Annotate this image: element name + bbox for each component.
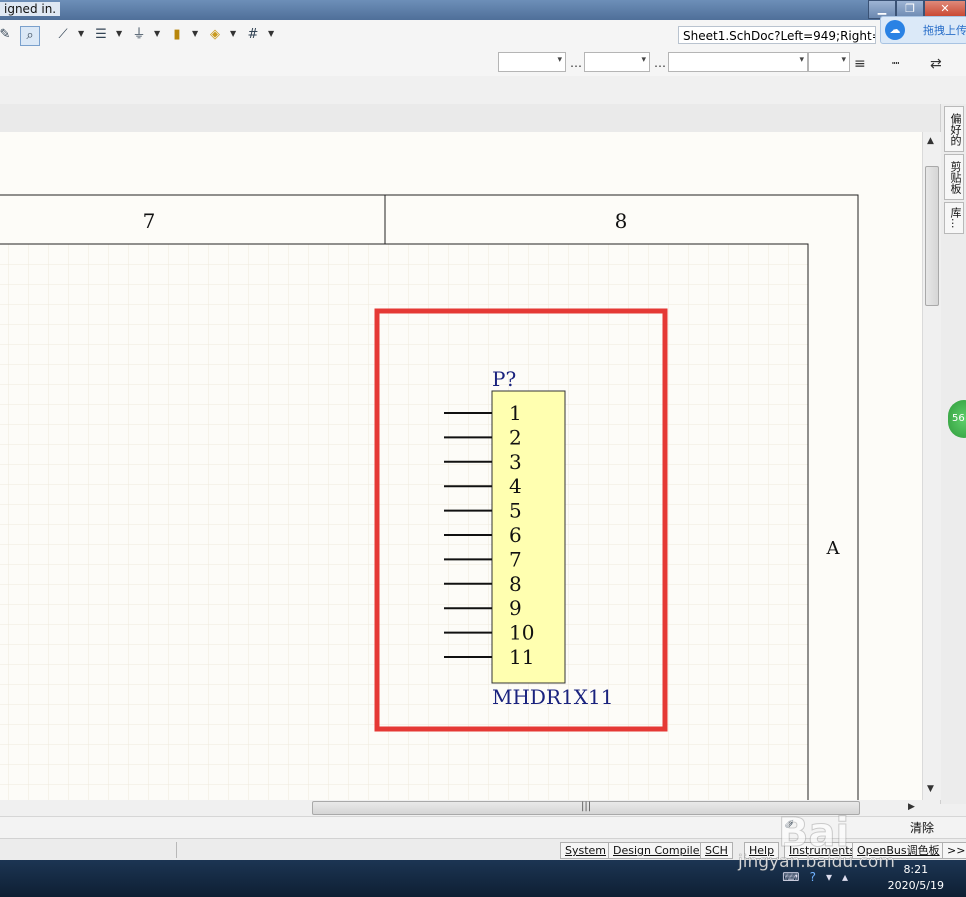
vertical-scrollbar[interactable]: ▲ ▼ <box>922 132 941 800</box>
status-bar: System Design Compiler SCH Help Instrume… <box>0 838 966 861</box>
port-dropdown-chevron-down-icon[interactable]: ▼ <box>230 29 236 38</box>
cloud-upload-widget[interactable]: ☁ 拖拽上传 <box>880 16 966 44</box>
zone-label-8: 8 <box>615 209 628 233</box>
cloud-icon: ☁ <box>885 20 905 40</box>
font-combo[interactable] <box>498 52 566 72</box>
windows-taskbar: ⌨ ? ▾ ▴ 8:21 2020/5/19 <box>0 860 966 897</box>
clock-date: 2020/5/19 <box>887 879 944 892</box>
title-bar: igned in. ▁ ❐ ✕ <box>0 0 966 20</box>
pin-number-9: 9 <box>509 596 522 620</box>
window-title: igned in. <box>0 2 61 16</box>
toolbar-formatting: … … ≡ ┉ ⇄ <box>0 50 966 76</box>
status-divider <box>176 842 177 858</box>
ground-icon[interactable]: ⏚ <box>130 26 148 44</box>
pin-number-5: 5 <box>509 499 522 523</box>
schematic-canvas[interactable]: 7 8 A 1 2 3 4 5 6 7 8 9 10 11 P? MHDR1X11 <box>0 132 922 800</box>
panel-design-compiler-button[interactable]: Design Compiler <box>608 842 709 859</box>
more-options-icon[interactable]: … <box>570 56 582 70</box>
panel-openbus-button[interactable]: OpenBus调色板 <box>852 842 945 859</box>
grip-icon: ||| <box>581 801 592 812</box>
panel-more-button[interactable]: >> <box>942 842 966 859</box>
panel-instruments-button[interactable]: Instruments <box>784 842 861 859</box>
toolbar-wiring: ✎ ⌕ ⟋ ▼ ☰ ▼ ⏚ ▼ ▮ ▼ ◈ ▼ # ▼ Sheet1.SchDo… <box>0 20 966 51</box>
wire-icon[interactable]: ⟋ <box>54 26 72 44</box>
clock-time: 8:21 <box>903 863 929 876</box>
panel-system-button[interactable]: System <box>560 842 612 859</box>
grid-dropdown-chevron-down-icon[interactable]: ▼ <box>268 29 274 38</box>
pin-number-6: 6 <box>509 523 522 547</box>
pin-number-2: 2 <box>509 425 522 449</box>
component-comment[interactable]: MHDR1X11 <box>492 685 613 709</box>
component-designator[interactable]: P? <box>492 367 516 391</box>
show-hidden-icons-icon[interactable]: ▴ <box>842 870 848 884</box>
pin-number-11: 11 <box>509 645 534 669</box>
align-icon[interactable]: ≡ <box>854 56 866 72</box>
pin-number-3: 3 <box>509 450 522 474</box>
swap-icon[interactable]: ⇄ <box>930 56 942 72</box>
floating-badge[interactable]: 56 <box>948 400 966 438</box>
help-icon[interactable]: ? <box>810 870 816 884</box>
scroll-down-icon[interactable]: ▼ <box>927 784 934 794</box>
horizontal-scrollbar[interactable]: ||| ▶ <box>0 800 922 816</box>
status-filter-bar: ✐ 清除 <box>0 816 966 839</box>
more-options-icon[interactable]: … <box>654 56 666 70</box>
toolbar-empty-row <box>0 76 940 105</box>
distribute-icon[interactable]: ┉ <box>892 56 899 70</box>
scroll-right-icon[interactable]: ▶ <box>908 802 915 812</box>
keyboard-icon[interactable]: ⌨ <box>782 870 799 884</box>
system-tray: ⌨ ? ▾ ▴ <box>782 870 848 884</box>
panel-tab-library[interactable]: 库... <box>944 202 964 234</box>
size-combo[interactable] <box>584 52 650 72</box>
grid-icon[interactable]: # <box>244 26 262 44</box>
taskbar-clock[interactable]: 8:21 2020/5/19 <box>888 862 944 894</box>
pencil-icon[interactable]: ✎ <box>0 26 14 44</box>
side-panel-tabs: 偏好的 剪贴板 库... 56 <box>940 104 966 804</box>
wire-dropdown-chevron-down-icon[interactable]: ▼ <box>78 29 84 38</box>
bus-icon[interactable]: ☰ <box>92 26 110 44</box>
clear-button[interactable]: 清除 <box>910 819 934 836</box>
zoom-combo[interactable] <box>808 52 850 72</box>
panel-sch-button[interactable]: SCH <box>700 842 733 859</box>
bus-dropdown-chevron-down-icon[interactable]: ▼ <box>116 29 122 38</box>
network-icon[interactable]: ▾ <box>826 870 832 884</box>
scroll-up-icon[interactable]: ▲ <box>927 136 934 146</box>
port-icon[interactable]: ◈ <box>206 26 224 44</box>
zoom-select-icon[interactable]: ⌕ <box>20 26 40 46</box>
part-icon[interactable]: ▮ <box>168 26 186 44</box>
panel-tab-favorites[interactable]: 偏好的 <box>944 106 964 152</box>
brush-icon[interactable]: ✐ <box>784 818 795 833</box>
pin-number-4: 4 <box>509 474 522 498</box>
zone-label-7: 7 <box>143 209 156 233</box>
horizontal-scroll-thumb[interactable]: ||| <box>312 801 860 815</box>
sheet-inner-border <box>0 243 809 800</box>
pin-number-1: 1 <box>509 401 522 425</box>
schematic-sheet: 7 8 A 1234567891011 P? MHDR1X11 <box>0 194 859 800</box>
vertical-scroll-thumb[interactable] <box>925 166 939 306</box>
pin-number-8: 8 <box>509 572 522 596</box>
part-dropdown-chevron-down-icon[interactable]: ▼ <box>192 29 198 38</box>
panel-help-button[interactable]: Help <box>744 842 780 859</box>
style-combo[interactable] <box>668 52 808 72</box>
pin-number-7: 7 <box>509 547 522 571</box>
cloud-upload-label: 拖拽上传 <box>923 24 966 37</box>
ground-dropdown-chevron-down-icon[interactable]: ▼ <box>154 29 160 38</box>
zone-label-a: A <box>826 538 841 559</box>
document-address-field[interactable]: Sheet1.SchDoc?Left=949;Right= <box>678 26 876 44</box>
pin-number-10: 10 <box>509 621 534 645</box>
panel-tab-clipboard[interactable]: 剪贴板 <box>944 154 964 200</box>
document-tab-strip <box>0 104 940 133</box>
